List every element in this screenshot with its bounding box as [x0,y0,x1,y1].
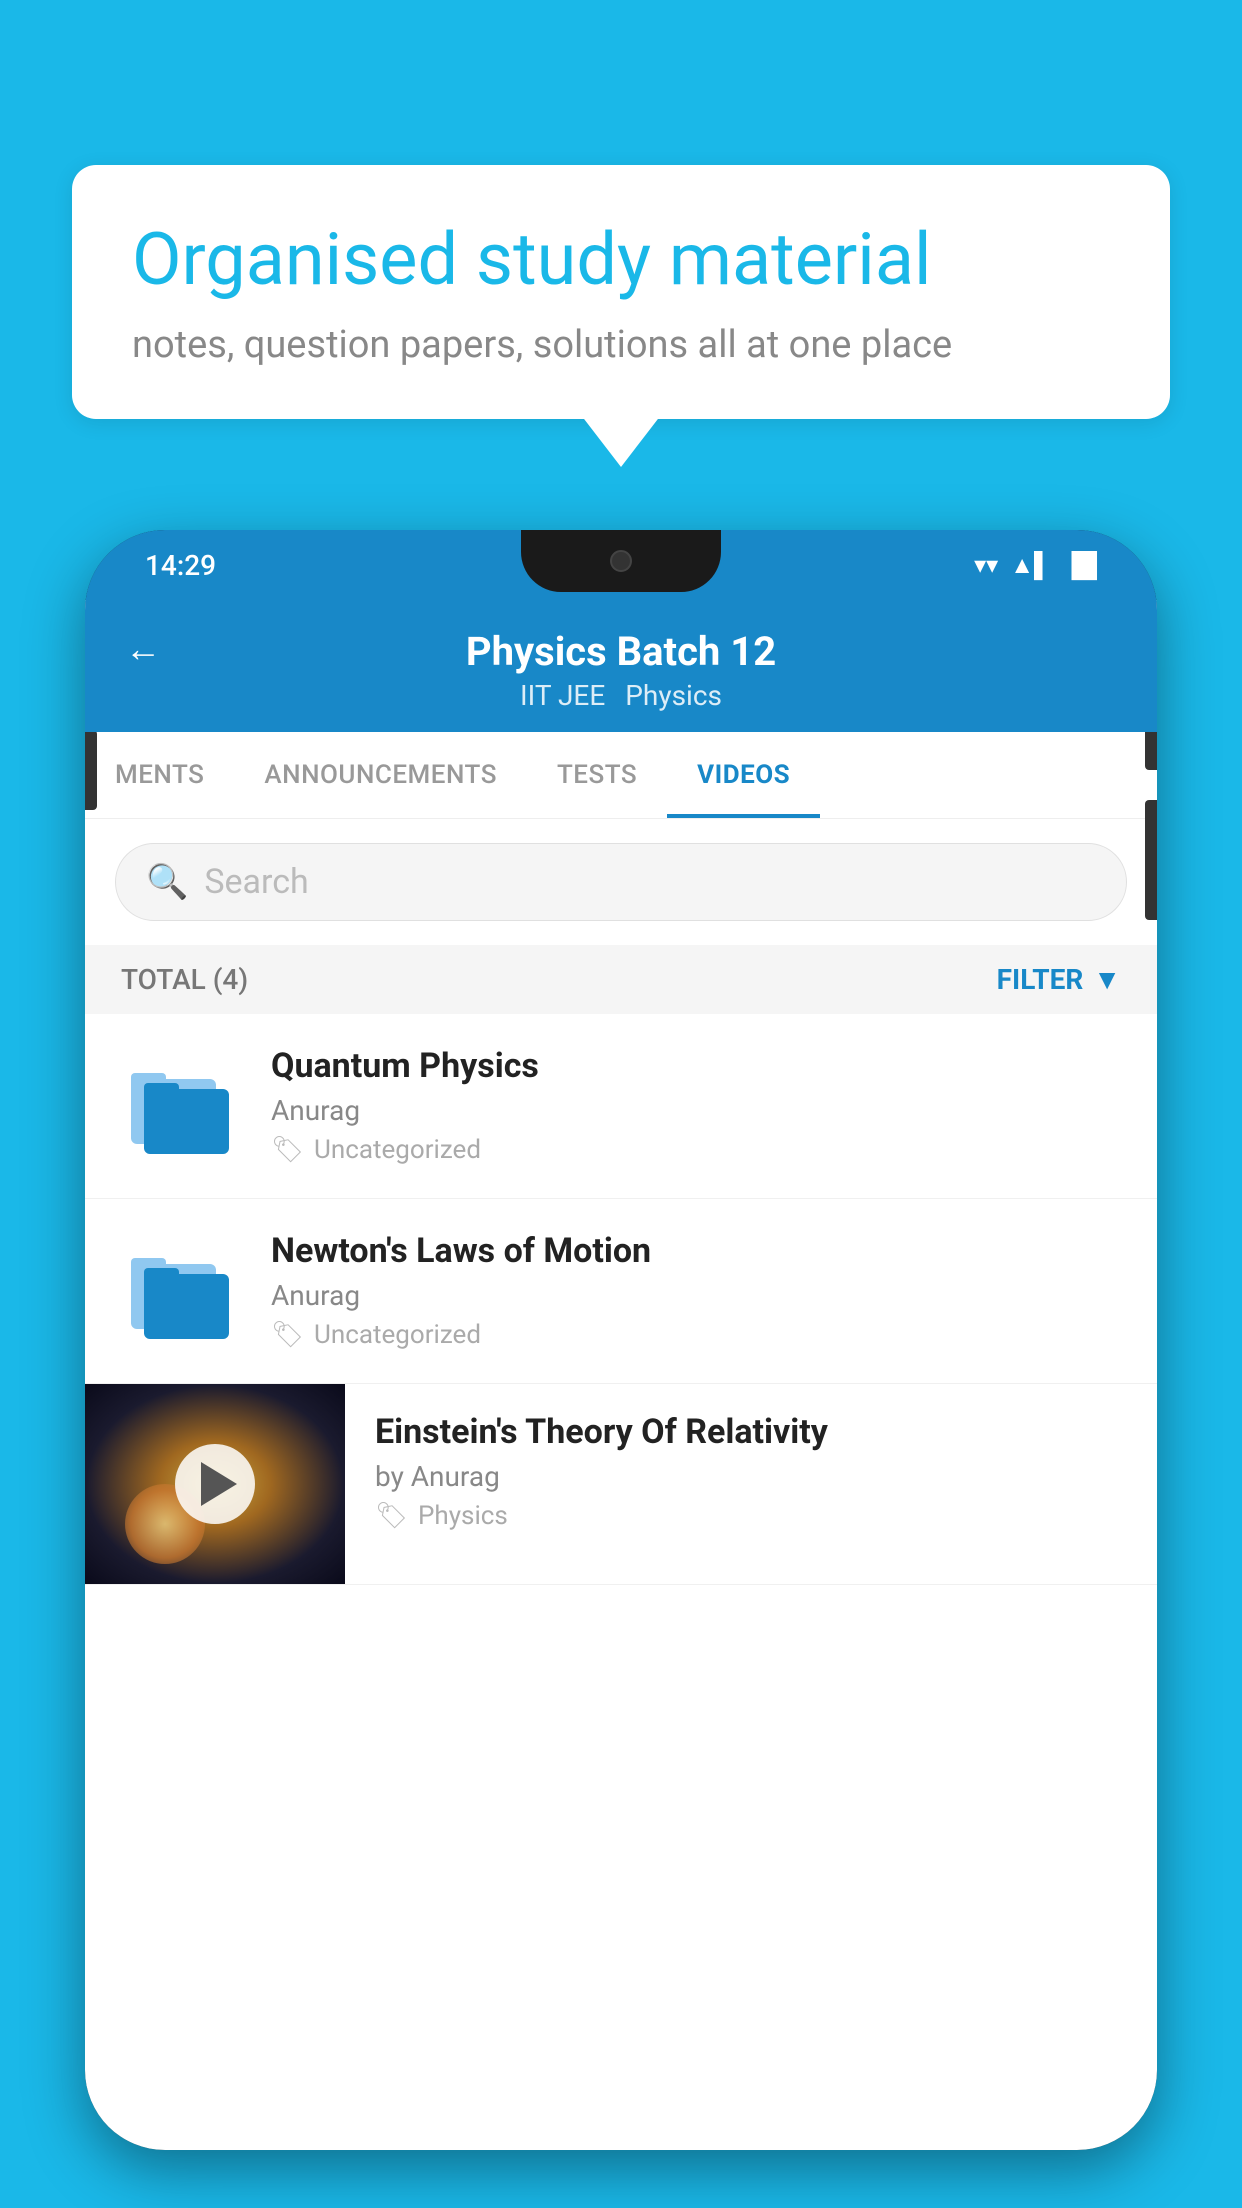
video-info: Newton's Laws of Motion Anurag 🏷 Uncateg… [271,1231,1121,1350]
filter-label: FILTER [997,963,1084,996]
play-icon [201,1462,237,1506]
volume-button-right [1145,800,1157,920]
folder-icon [126,1236,236,1346]
folder-icon [126,1051,236,1161]
list-item[interactable]: Einstein's Theory Of Relativity by Anura… [85,1384,1157,1585]
total-count: TOTAL (4) [121,963,248,996]
battery-icon: ▐█ [1063,551,1097,580]
tab-ments[interactable]: MENTS [85,732,234,818]
status-icons: ▾▾ ▲▌ ▐█ [974,551,1097,580]
search-bar[interactable]: 🔍 Search [115,843,1127,921]
signal-icon: ▲▌ [1010,551,1051,580]
tag-label: Uncategorized [314,1320,481,1350]
header-tag-physics: Physics [625,679,722,712]
video-author: Anurag [271,1279,1121,1312]
speech-bubble-container: Organised study material notes, question… [72,165,1170,419]
bubble-subtitle: notes, question papers, solutions all at… [132,323,1110,367]
play-button[interactable] [175,1444,255,1524]
filter-bar: TOTAL (4) FILTER ▼ [85,945,1157,1014]
bubble-title: Organised study material [132,217,1110,303]
video-tag: 🏷 Uncategorized [271,1320,1121,1350]
folder-thumbnail [121,1046,241,1166]
search-container: 🔍 Search [85,819,1157,945]
status-bar: 14:29 ▾▾ ▲▌ ▐█ [85,530,1157,600]
tab-tests[interactable]: TESTS [527,732,667,818]
video-author: by Anurag [375,1460,1127,1493]
tab-announcements[interactable]: ANNOUNCEMENTS [234,732,527,818]
tag-label: Physics [418,1501,508,1531]
video-info: Quantum Physics Anurag 🏷 Uncategorized [271,1046,1121,1165]
wifi-icon: ▾▾ [974,551,998,579]
camera-dot [610,550,632,572]
header-title: Physics Batch 12 [466,628,776,675]
video-title: Newton's Laws of Motion [271,1231,1121,1271]
video-title: Einstein's Theory Of Relativity [375,1412,1127,1452]
search-input[interactable]: Search [204,862,308,902]
phone-screen: ← Physics Batch 12 IIT JEE Physics MENTS… [85,600,1157,2150]
folder-thumbnail [121,1231,241,1351]
video-info: Einstein's Theory Of Relativity by Anura… [345,1384,1157,1559]
tag-icon: 🏷 [375,1501,408,1531]
list-item[interactable]: Newton's Laws of Motion Anurag 🏷 Uncateg… [85,1199,1157,1384]
video-thumbnail [85,1384,345,1584]
filter-button[interactable]: FILTER ▼ [997,963,1121,996]
search-icon: 🔍 [146,862,188,902]
video-tag: 🏷 Uncategorized [271,1135,1121,1165]
app-header: ← Physics Batch 12 IIT JEE Physics [85,600,1157,732]
tag-icon: 🏷 [271,1320,304,1350]
back-button[interactable]: ← [125,628,161,670]
tag-icon: 🏷 [271,1135,304,1165]
video-author: Anurag [271,1094,1121,1127]
list-item[interactable]: Quantum Physics Anurag 🏷 Uncategorized [85,1014,1157,1199]
speech-bubble: Organised study material notes, question… [72,165,1170,419]
tab-videos[interactable]: VIDEOS [667,732,820,818]
phone-frame: 14:29 ▾▾ ▲▌ ▐█ ← Physics Batch 12 IIT JE… [85,530,1157,2150]
video-tag: 🏷 Physics [375,1501,1127,1531]
header-tags: IIT JEE Physics [520,675,722,712]
filter-icon: ▼ [1093,963,1121,996]
header-tag-iitjee: IIT JEE [520,679,605,712]
video-title: Quantum Physics [271,1046,1121,1086]
tag-label: Uncategorized [314,1135,481,1165]
tabs-bar: MENTS ANNOUNCEMENTS TESTS VIDEOS [85,732,1157,819]
notch [521,530,721,592]
status-time: 14:29 [145,549,216,582]
video-list: Quantum Physics Anurag 🏷 Uncategorized [85,1014,1157,1585]
